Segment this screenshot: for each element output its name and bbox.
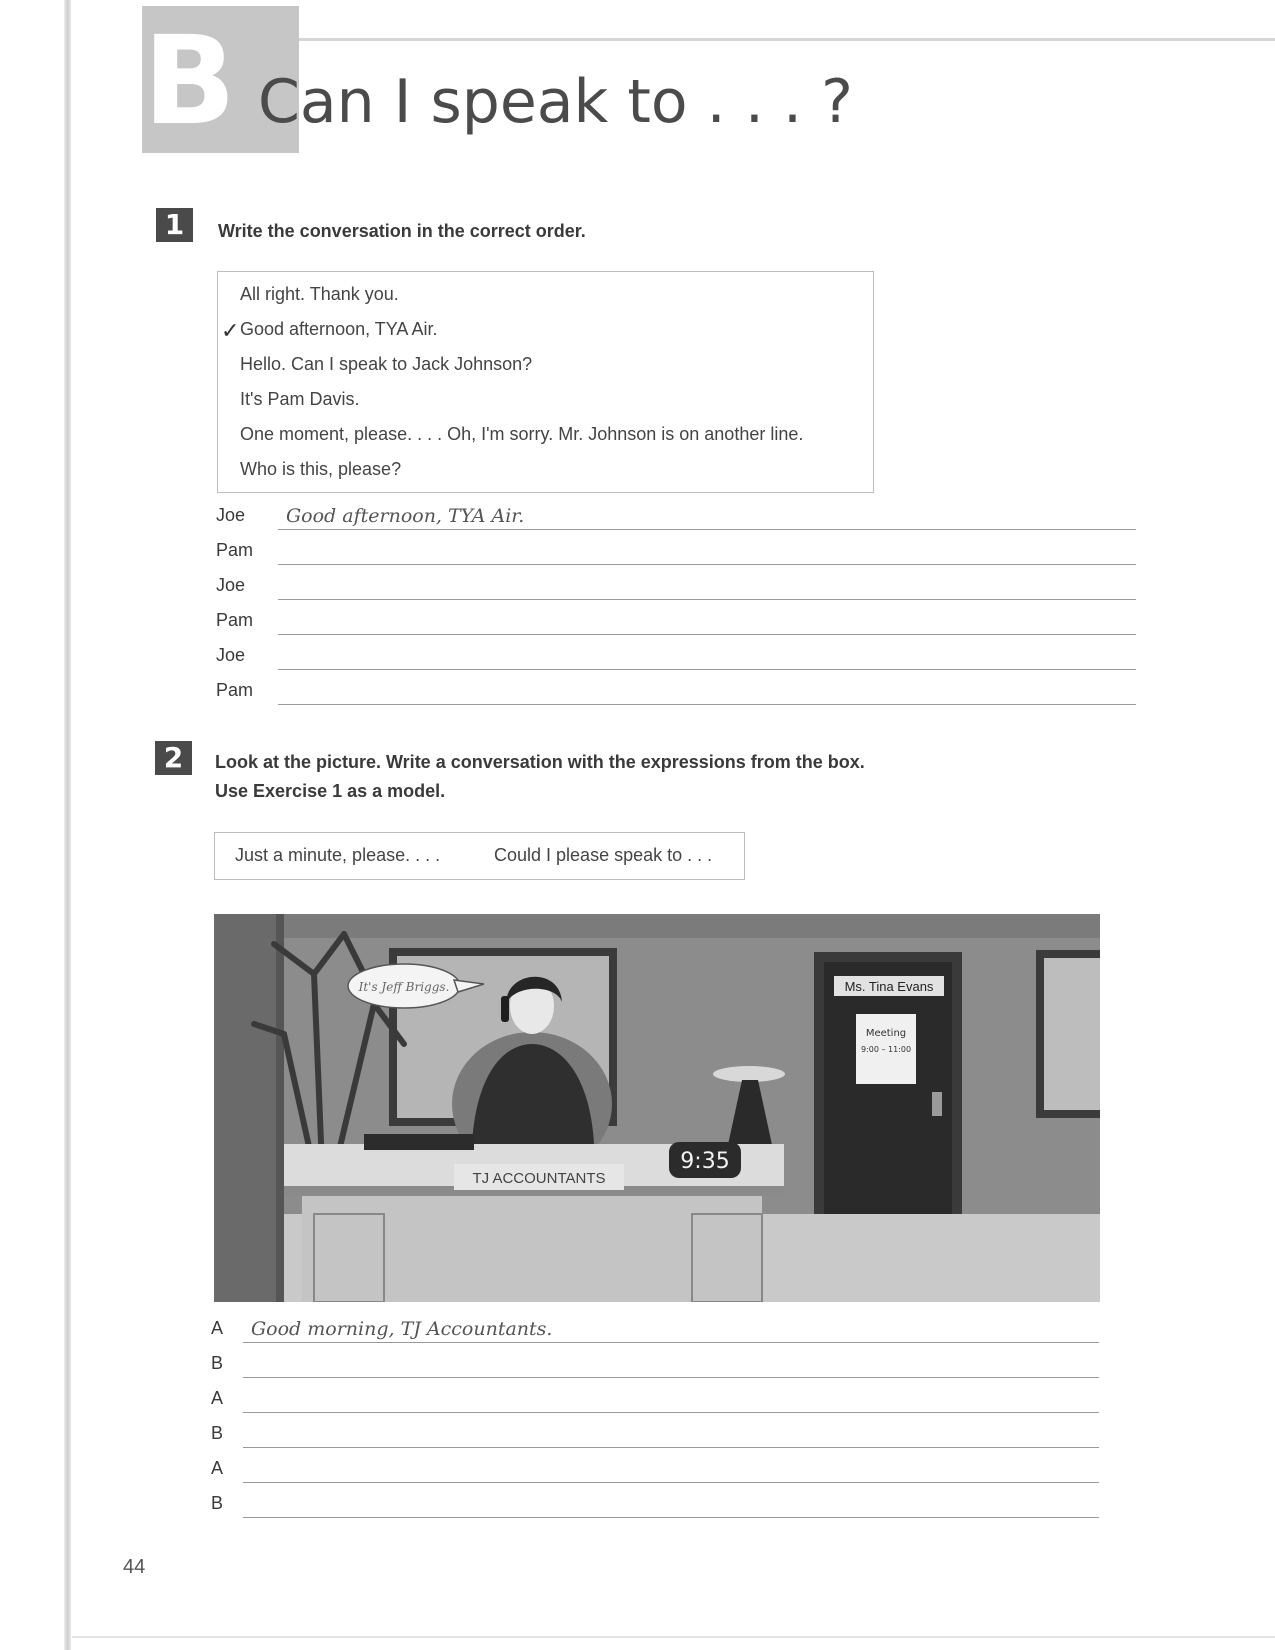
desk-clock: 9:35: [680, 1149, 729, 1174]
speaker-label: Pam: [216, 540, 254, 560]
meeting-note-title: Meeting: [866, 1028, 906, 1039]
speaker-label: Joe: [216, 505, 246, 525]
conversation-row: Joe: [216, 570, 1136, 600]
answer-line[interactable]: [243, 1377, 1099, 1378]
speech-bubble-text: It's Jeff Briggs.: [358, 980, 450, 994]
conversation-row: Pam: [216, 535, 1136, 565]
answer-line[interactable]: [243, 1482, 1099, 1483]
conversation-row: B: [211, 1348, 1099, 1378]
speaker-label: Joe: [216, 645, 246, 665]
footer-rule: [72, 1636, 1275, 1638]
conversation-row: Pam: [216, 605, 1136, 635]
conversation-row: A: [211, 1453, 1099, 1483]
conversation-row: Joe Good afternoon, TYA Air.: [216, 500, 1136, 530]
conversation-row: B: [211, 1418, 1099, 1448]
exercise-1-number: 1: [156, 208, 193, 242]
page-number: 44: [123, 1556, 146, 1578]
conversation-row: Joe: [216, 640, 1136, 670]
desk-sign: TJ ACCOUNTANTS: [472, 1170, 605, 1187]
expression: Could I please speak to . . .: [494, 845, 713, 865]
speaker-label: Joe: [216, 575, 246, 595]
answer-line[interactable]: [243, 1447, 1099, 1448]
box-sentence: Who is this, please?: [240, 459, 402, 479]
conversation-row: B: [211, 1488, 1099, 1518]
answer-line[interactable]: [278, 599, 1136, 600]
speaker-label: A: [211, 1458, 224, 1478]
exercise-1-instruction: Write the conversation in the correct or…: [218, 221, 586, 241]
answer-text: Good morning, TJ Accountants.: [251, 1318, 553, 1340]
expression: Just a minute, please. . . .: [235, 845, 441, 865]
answer-line[interactable]: [278, 529, 1136, 530]
book-spine-shadow: [64, 0, 71, 1650]
exercise-1-sentence-box: ✓ All right. Thank you. Good afternoon, …: [217, 271, 874, 493]
door-sign: Ms. Tina Evans: [845, 979, 934, 994]
checkmark-icon: ✓: [221, 318, 240, 343]
unit-letter: B: [143, 10, 236, 152]
answer-line[interactable]: [278, 564, 1136, 565]
conversation-row: A Good morning, TJ Accountants.: [211, 1313, 1099, 1343]
exercise-2-instruction: Look at the picture. Write a conversatio…: [215, 752, 865, 772]
answer-line[interactable]: [278, 634, 1136, 635]
answer-text: Good afternoon, TYA Air.: [286, 505, 525, 527]
box-sentence: Hello. Can I speak to Jack Johnson?: [240, 354, 533, 374]
speaker-label: B: [211, 1423, 224, 1443]
box-sentence: All right. Thank you.: [240, 284, 399, 304]
header-rule: [290, 38, 1275, 41]
answer-line[interactable]: [243, 1342, 1099, 1343]
box-sentence: It's Pam Davis.: [240, 389, 360, 409]
speaker-label: Pam: [216, 680, 254, 700]
exercise-2-number: 2: [155, 741, 192, 775]
box-sentence-checked: Good afternoon, TYA Air.: [240, 319, 438, 339]
speaker-label: A: [211, 1388, 224, 1408]
meeting-note-time: 9:00 – 11:00: [861, 1045, 911, 1054]
speaker-label: Pam: [216, 610, 254, 630]
page-title: Can I speak to . . . ?: [258, 67, 853, 137]
expressions-box: Just a minute, please. . . . Could I ple…: [214, 832, 745, 880]
speaker-label: A: [211, 1318, 224, 1338]
office-illustration: Ms. Tina Evans Meeting 9:00 – 11:00 It's…: [214, 914, 1100, 1302]
speaker-label: B: [211, 1353, 224, 1373]
answer-line[interactable]: [243, 1412, 1099, 1413]
exercise-2-instruction-line-2: Use Exercise 1 as a model.: [215, 781, 446, 801]
conversation-row: A: [211, 1383, 1099, 1413]
answer-line[interactable]: [243, 1517, 1099, 1518]
answer-line[interactable]: [278, 704, 1136, 705]
speaker-label: B: [211, 1493, 224, 1513]
conversation-row: Pam: [216, 675, 1136, 705]
box-sentence: One moment, please. . . . Oh, I'm sorry.…: [240, 424, 804, 444]
answer-line[interactable]: [278, 669, 1136, 670]
